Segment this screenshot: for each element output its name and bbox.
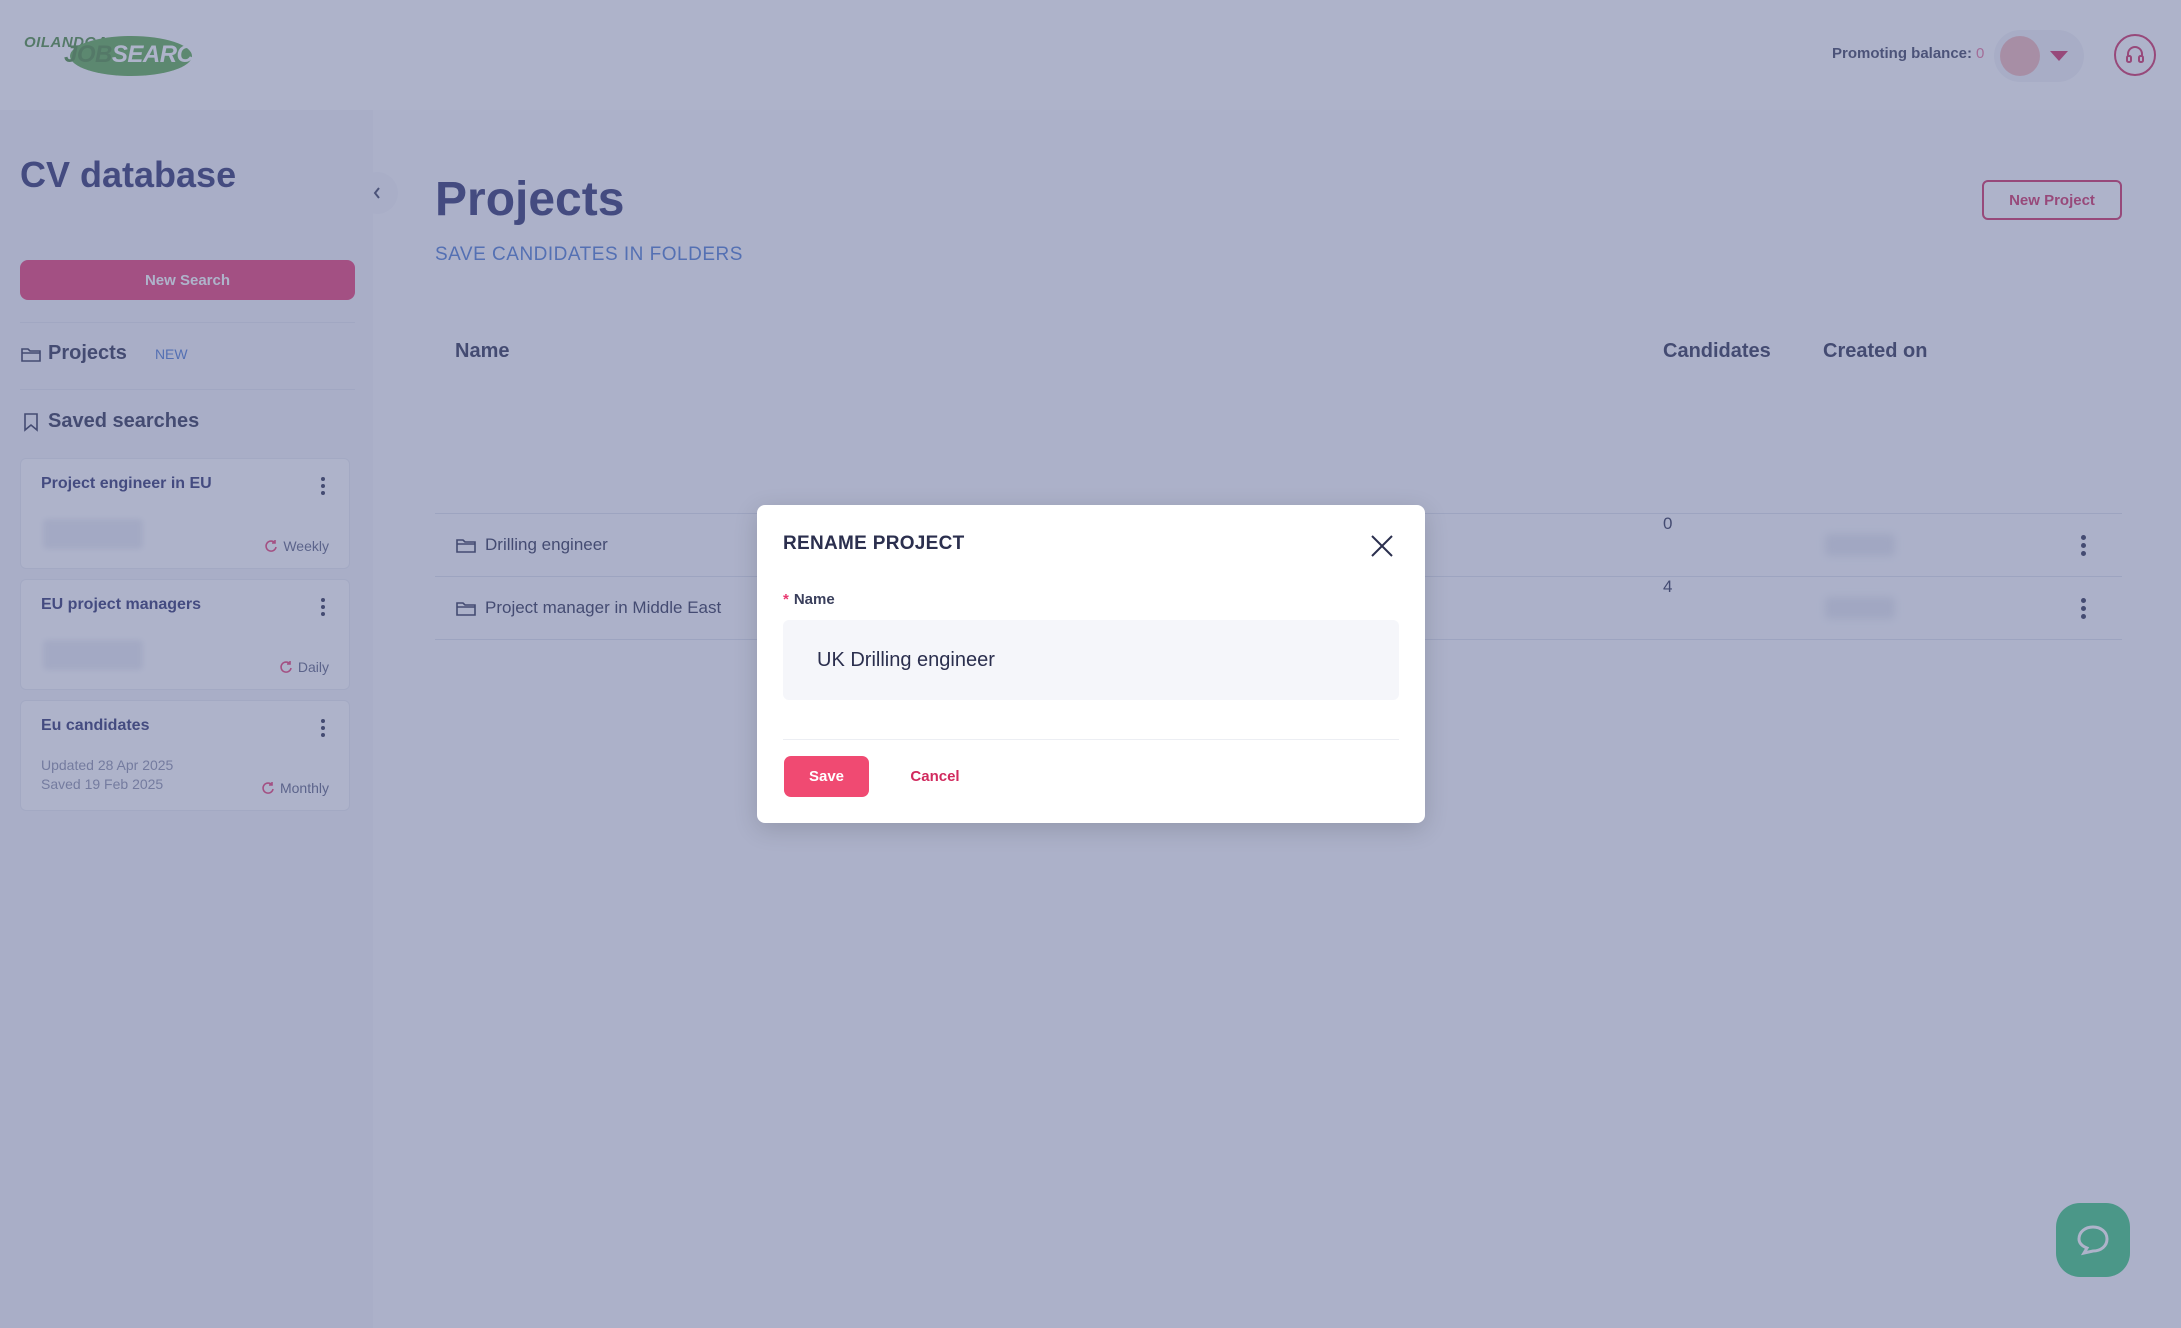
name-field-label: * Name <box>783 591 835 608</box>
save-button[interactable]: Save <box>784 756 869 797</box>
dialog-divider <box>783 739 1399 740</box>
rename-project-dialog: RENAME PROJECT *Name Save Cancel <box>757 505 1425 823</box>
name-label-text: Name <box>793 591 835 608</box>
project-name-input[interactable] <box>783 620 1399 700</box>
close-icon[interactable] <box>1369 533 1395 559</box>
required-mark: * <box>783 591 789 608</box>
cancel-button[interactable]: Cancel <box>893 756 977 797</box>
dialog-title: RENAME PROJECT <box>783 533 965 554</box>
